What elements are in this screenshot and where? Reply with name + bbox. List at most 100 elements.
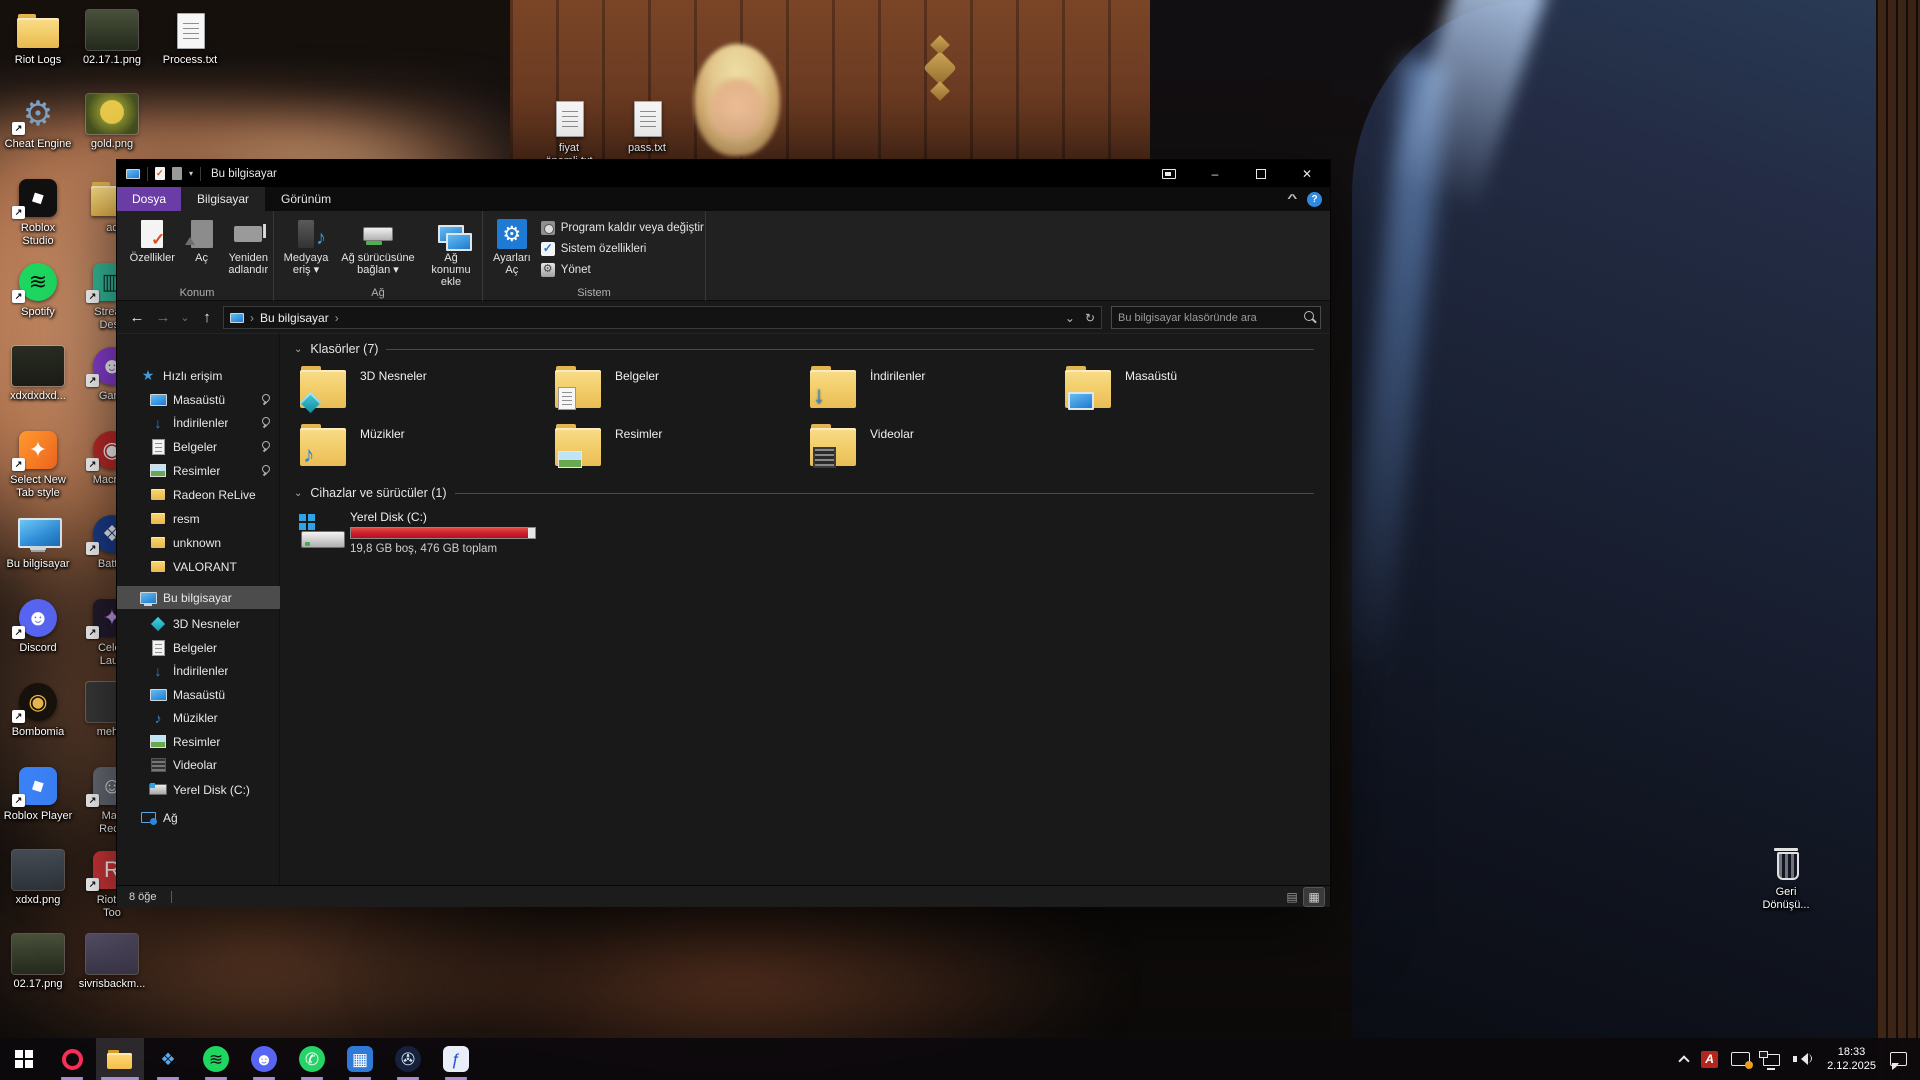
ribbon-button-ag-surucusune-baglan[interactable]: Ağ sürücüsünebağlan ▾ <box>336 216 420 290</box>
taskbar-discord[interactable]: ☻ <box>240 1038 288 1080</box>
taskbar-opera-gx[interactable] <box>48 1038 96 1080</box>
minimize-button[interactable]: – <box>1192 160 1238 187</box>
address-dropdown-chevron-icon[interactable]: ⌄ <box>1065 311 1075 325</box>
sidebar-item-resimler-qa[interactable]: Resimler <box>117 459 280 482</box>
sidebar-item-resm[interactable]: resm <box>117 507 280 530</box>
ribbon-button-program-kaldir[interactable]: Program kaldır veya değiştir <box>537 218 708 237</box>
sidebar-item-valorant[interactable]: VALORANT <box>117 555 280 578</box>
desktop-icon-cheat-engine[interactable]: ⚙ Cheat Engine <box>0 92 76 151</box>
ribbon-button-yeniden-adlandir[interactable]: Yenidenadlandır <box>226 216 271 278</box>
desktop-icon-roblox-player[interactable]: ■ Roblox Player <box>0 764 76 823</box>
cast-tray-icon[interactable] <box>1728 1039 1753 1079</box>
network-tray-icon[interactable] <box>1760 1039 1783 1079</box>
sidebar-item-unknown[interactable]: unknown <box>117 531 280 554</box>
sidebar-item-resimler[interactable]: Resimler <box>117 730 280 753</box>
start-button[interactable] <box>0 1038 48 1080</box>
sidebar-item-radeon-relive[interactable]: Radeon ReLive <box>117 483 280 506</box>
folder-tile-videolar[interactable]: Videolar <box>807 422 1047 474</box>
help-button[interactable]: ? <box>1307 192 1322 207</box>
sidebar-item-belgeler-qa[interactable]: Belgeler <box>117 435 280 458</box>
taskbar-knot-app[interactable]: ❖ <box>144 1038 192 1080</box>
desktop-icon-sivrisbackm[interactable]: sivrisbackm... <box>74 932 150 991</box>
desktop-icon-gold-png[interactable]: gold.png <box>74 92 150 151</box>
folder-tile-resimler[interactable]: Resimler <box>552 422 792 474</box>
up-button[interactable]: ↑ <box>195 305 219 329</box>
screen-utility-button[interactable] <box>1146 160 1192 187</box>
address-bar[interactable]: › Bu bilgisayar › ⌄ ↻ <box>223 306 1102 329</box>
group-header-drives[interactable]: ⌄ Cihazlar ve sürücüler (1) <box>294 486 1314 500</box>
ribbon-button-ozellikler[interactable]: Özellikler <box>127 216 178 278</box>
sidebar-item-muzikler[interactable]: Müzikler <box>117 706 280 729</box>
sidebar-item-yerel-disk-c[interactable]: Yerel Disk (C:) <box>117 778 280 801</box>
tab-bilgisayar[interactable]: Bilgisayar <box>181 187 265 211</box>
breadcrumb[interactable]: Bu bilgisayar <box>260 311 329 325</box>
refresh-icon[interactable]: ↻ <box>1085 311 1095 325</box>
back-button[interactable]: ← <box>125 305 149 329</box>
desktop-icon-bu-bilgisayar[interactable]: Bu bilgisayar <box>0 512 76 571</box>
sidebar-item-indirilenler[interactable]: İndirilenler <box>117 659 280 682</box>
ribbon-button-ayarlari-ac[interactable]: AyarlarıAç <box>489 216 535 279</box>
details-view-button[interactable]: ▤ <box>1282 888 1302 906</box>
volume-tray-icon[interactable] <box>1790 1039 1816 1079</box>
sidebar-item-masaustu[interactable]: Masaüstü <box>117 683 280 706</box>
folder-tile-indirilenler[interactable]: İndirilenler <box>807 364 1047 416</box>
desktop-icon-02171-png[interactable]: 02.17.1.png <box>74 8 150 67</box>
drive-tile-yerel-disk-c[interactable]: Yerel Disk (C:) 19,8 GB boş, 476 GB topl… <box>297 510 557 564</box>
maximize-button[interactable] <box>1238 160 1284 187</box>
recent-locations-chevron-icon[interactable]: ⌄ <box>177 305 193 329</box>
sidebar-item-3d-nesneler[interactable]: 3D Nesneler <box>117 612 280 635</box>
desktop-icon-roblox-studio[interactable]: ■ RobloxStudio <box>0 176 76 248</box>
sidebar-item-masaustu-qa[interactable]: Masaüstü <box>117 388 280 411</box>
taskbar-file-explorer[interactable] <box>96 1038 144 1080</box>
taskbar-whatsapp[interactable]: ✆ <box>288 1038 336 1080</box>
sidebar-item-videolar[interactable]: Videolar <box>117 753 280 776</box>
desktop-icon-discord[interactable]: ☻ Discord <box>0 596 76 655</box>
taskbar-calculator[interactable]: ▦ <box>336 1038 384 1080</box>
desktop-icon-select-new-tab-style[interactable]: ✦ Select NewTab style <box>0 428 76 500</box>
taskbar-spotify[interactable]: ≋ <box>192 1038 240 1080</box>
desktop-icon-xdxdxdxd-png[interactable]: xdxdxdxd... <box>0 344 76 403</box>
desktop-icon-bombomia[interactable]: ◉ Bombomia <box>0 680 76 739</box>
large-icons-view-button[interactable]: ▦ <box>1304 888 1324 906</box>
desktop-icon-riot-logs[interactable]: Riot Logs <box>0 8 76 67</box>
sidebar-item-belgeler[interactable]: Belgeler <box>117 636 280 659</box>
folder-tile-muzikler[interactable]: Müzikler <box>297 422 537 474</box>
sidebar-item-indirilenler-qa[interactable]: İndirilenler <box>117 411 280 434</box>
ribbon-button-sistem-ozellikleri[interactable]: Sistem özellikleri <box>537 239 708 258</box>
tab-dosya[interactable]: Dosya <box>117 187 181 211</box>
close-button[interactable]: ✕ <box>1284 160 1330 187</box>
folder-tile-belgeler[interactable]: Belgeler <box>552 364 792 416</box>
desktop-icon-spotify[interactable]: ≋ Spotify <box>0 260 76 319</box>
sidebar-item-ag[interactable]: Ağ <box>117 806 280 829</box>
tray-expand-chevron-icon[interactable] <box>1677 1039 1691 1079</box>
taskbar-steam[interactable]: ✇ <box>384 1038 432 1080</box>
taskbar-clock[interactable]: 18:33 2.12.2025 <box>1823 1045 1880 1073</box>
action-center-button[interactable] <box>1887 1039 1910 1079</box>
folder-tile-3d-nesneler[interactable]: 3D Nesneler <box>297 364 537 416</box>
desktop-icon-0217-png[interactable]: 02.17.png <box>0 932 76 991</box>
ribbon-button-ac[interactable]: Aç <box>180 216 224 278</box>
sidebar-item-hizli-erisim[interactable]: Hızlı erişim <box>117 364 280 387</box>
ribbon-button-yonet[interactable]: Yönet <box>537 260 708 279</box>
search-icon[interactable] <box>1300 308 1320 328</box>
folder-tile-masaustu[interactable]: Masaüstü <box>1062 364 1302 416</box>
desktop-icon-fiyat-onemli-txt[interactable]: fiyatönemli.txt <box>531 96 607 168</box>
new-folder-icon[interactable] <box>172 167 182 180</box>
title-bar[interactable]: ▾ Bu bilgisayar – ✕ <box>117 160 1330 187</box>
customize-toolbar-chevron-icon[interactable]: ▾ <box>189 169 193 178</box>
anydesk-tray-icon[interactable]: A <box>1698 1039 1721 1079</box>
collapse-group-chevron-icon[interactable]: ⌄ <box>294 488 302 499</box>
properties-icon[interactable] <box>155 167 165 180</box>
search-input[interactable] <box>1112 312 1300 324</box>
sidebar-item-bu-bilgisayar[interactable]: Bu bilgisayar <box>117 586 280 609</box>
desktop-icon-process-txt[interactable]: Process.txt <box>152 8 228 67</box>
desktop-icon-pass-txt[interactable]: pass.txt <box>609 96 685 155</box>
collapse-ribbon-chevron-icon[interactable]: ^ <box>1287 193 1297 205</box>
tab-gorunum[interactable]: Görünüm <box>265 187 347 211</box>
taskbar-f-app[interactable]: ƒ <box>432 1038 480 1080</box>
forward-button[interactable]: → <box>151 305 175 329</box>
desktop-icon-xdxd-png[interactable]: xdxd.png <box>0 848 76 907</box>
desktop-icon-recycle-bin[interactable]: GeriDönüşü... <box>1748 840 1824 912</box>
ribbon-button-medyaya-eris[interactable]: Medyayaeriş ▾ <box>278 216 334 290</box>
ribbon-button-ag-konumu-ekle[interactable]: Ağ konumuekle <box>422 216 480 290</box>
